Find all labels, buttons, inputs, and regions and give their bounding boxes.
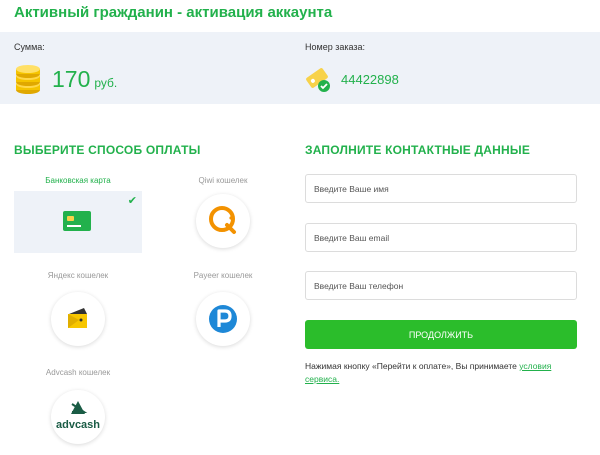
selected-check-icon: ✔ [127, 195, 137, 207]
payeer-label: Payeer кошелек [193, 271, 253, 280]
bank-card-label: Банковская карта [45, 176, 111, 185]
coins-icon [16, 65, 40, 94]
yandex-wallet-icon [68, 308, 87, 328]
qiwi-label: Qiwi кошелек [198, 176, 248, 185]
payment-method-bank-card[interactable]: ✔ [14, 191, 142, 253]
continue-button[interactable]: ПРОДОЛЖИТЬ [305, 320, 577, 349]
order-summary: Сумма: 170 руб. Номер заказа: 44422898 [0, 32, 600, 104]
contact-section-title: ЗАПОЛНИТЕ КОНТАКТНЫЕ ДАННЫЕ [305, 143, 531, 157]
name-input[interactable] [305, 174, 577, 203]
yandex-wallet-label: Яндекс кошелек [47, 271, 109, 280]
order-number-value: 44422898 [341, 72, 399, 87]
payment-method-payeer[interactable] [196, 292, 250, 346]
advcash-label: Advcash кошелек [45, 368, 111, 377]
terms-notice: Нажимая кнопку «Перейти к оплате», Вы пр… [305, 360, 585, 386]
qiwi-icon [209, 206, 236, 234]
page-title: Активный гражданин - активация аккаунта [14, 4, 333, 21]
advcash-logo-text: advcash [56, 419, 100, 431]
bank-card-icon [63, 211, 91, 231]
ticket-check-icon [306, 68, 330, 92]
payment-method-advcash[interactable]: advcash [51, 390, 105, 444]
terms-text: Нажимая кнопку «Перейти к оплате», Вы пр… [305, 361, 517, 371]
payment-method-yandex[interactable] [51, 292, 105, 346]
payment-method-qiwi[interactable] [196, 194, 250, 248]
advcash-icon: advcash [56, 401, 100, 431]
payment-section-title: ВЫБЕРИТЕ СПОСОБ ОПЛАТЫ [14, 143, 201, 157]
currency: руб. [94, 76, 118, 90]
order-number-label: Номер заказа: [305, 42, 366, 52]
payeer-icon [209, 305, 237, 333]
amount-label: Сумма: [14, 42, 45, 52]
amount-number: 170 [52, 66, 91, 92]
amount-value: 170 руб. [52, 66, 117, 93]
email-input[interactable] [305, 223, 577, 252]
phone-input[interactable] [305, 271, 577, 300]
